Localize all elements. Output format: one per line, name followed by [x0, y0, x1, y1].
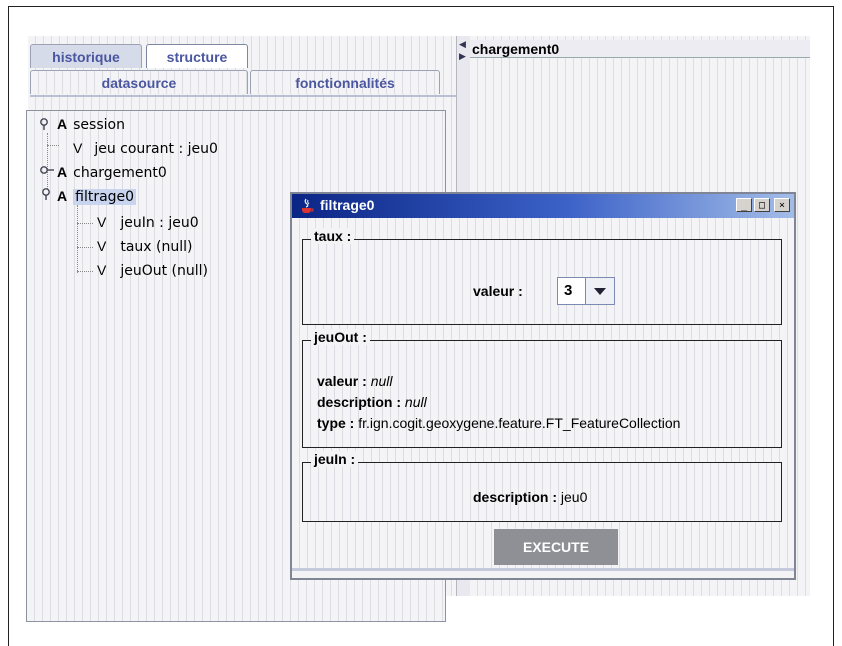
node-label-selected: filtrage0 [73, 189, 137, 205]
collapse-left-arrow-icon[interactable]: ◀ [459, 40, 466, 50]
jeuin-description-label: description : [473, 489, 558, 505]
jeuout-group: jeuOut : valeur : null description : nul… [302, 329, 782, 448]
dialog-bottom-bar [292, 568, 794, 571]
node-label: session [73, 117, 125, 133]
taux-group: taux : valeur : 3 [302, 228, 782, 325]
node-kind: V [73, 140, 83, 156]
node-kind: A [57, 164, 68, 180]
minimize-button[interactable]: _ [736, 198, 752, 212]
taux-legend: taux : [311, 228, 355, 244]
taux-valeur-select[interactable]: 3 [557, 277, 615, 305]
jeuout-type-label: type : [317, 415, 355, 431]
tab-datasource[interactable]: datasource [30, 70, 248, 94]
jeuout-valeur-value: null [370, 373, 393, 389]
tab-historique[interactable]: historique [30, 44, 142, 68]
jeuin-legend: jeuIn : [311, 451, 359, 467]
expand-handle-icon[interactable] [41, 187, 55, 201]
java-cup-icon [302, 198, 314, 213]
jeuout-valeur-label: valeur : [317, 373, 367, 389]
node-label: jeu courant : jeu0 [94, 141, 218, 157]
node-label: jeuIn : jeu0 [120, 215, 199, 231]
collapse-right-arrow-icon[interactable]: ▶ [459, 52, 466, 62]
jeuout-type-value: fr.ign.cogit.geoxygene.feature.FT_Featur… [358, 415, 681, 431]
taux-valeur-label: valeur : [473, 283, 523, 299]
tree-node-chargement0[interactable]: Achargement0 [57, 163, 167, 182]
jeuin-description-value: jeu0 [560, 489, 588, 505]
tree-node-jeuin[interactable]: VjeuIn : jeu0 [97, 213, 199, 232]
filtrage0-dialog: filtrage0 _ □ × taux : valeur : 3 jeuOut… [290, 192, 796, 580]
node-label: taux (null) [120, 239, 193, 255]
tab-fonctionnalites[interactable]: fonctionnalités [250, 70, 440, 94]
collapse-handle-icon[interactable] [39, 163, 54, 177]
close-button[interactable]: × [774, 198, 790, 212]
tab-divider [30, 95, 458, 97]
right-panel-title: chargement0 [470, 40, 810, 58]
execute-button[interactable]: EXECUTE [494, 529, 618, 565]
dialog-titlebar[interactable]: filtrage0 _ □ × [292, 194, 794, 218]
node-kind: V [97, 262, 107, 278]
dialog-title: filtrage0 [320, 197, 375, 213]
jeuout-description-value: null [404, 394, 427, 410]
maximize-button[interactable]: □ [754, 198, 770, 212]
tab-structure[interactable]: structure [146, 44, 248, 68]
taux-valeur-value: 3 [564, 282, 573, 299]
node-label: jeuOut (null) [120, 263, 209, 279]
tree-node-taux[interactable]: Vtaux (null) [97, 237, 192, 256]
jeuin-group: jeuIn : description : jeu0 [302, 451, 782, 522]
jeuout-legend: jeuOut : [311, 329, 370, 345]
tree-node-filtrage0[interactable]: Afiltrage0 [57, 187, 137, 206]
tree-node-jeuout[interactable]: VjeuOut (null) [97, 261, 208, 280]
expand-handle-icon[interactable] [39, 117, 53, 131]
jeuout-description-label: description : [317, 394, 402, 410]
node-kind: V [97, 238, 107, 254]
tree-node-jeu-courant[interactable]: Vjeu courant : jeu0 [73, 139, 218, 158]
node-kind: A [57, 116, 68, 132]
node-kind: A [57, 188, 68, 204]
node-label: chargement0 [73, 165, 167, 181]
node-kind: V [97, 214, 107, 230]
tree-node-session[interactable]: Asession [57, 115, 125, 134]
chevron-down-icon[interactable] [585, 278, 614, 304]
